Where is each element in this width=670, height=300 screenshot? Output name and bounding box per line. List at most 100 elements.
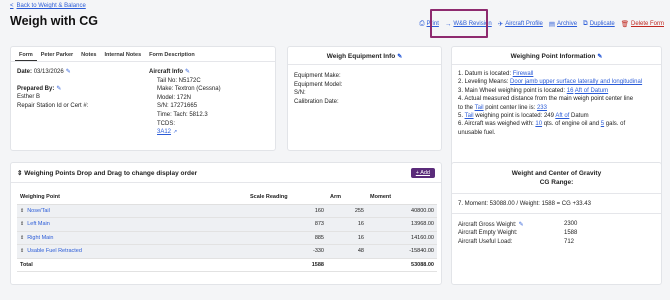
tab-internal-notes[interactable]: Internal Notes (100, 47, 145, 61)
arm-cell: 48 (327, 244, 367, 259)
scale-reading-cell: 873 (247, 217, 327, 232)
datum-suffix-text: Datum (569, 113, 589, 120)
point-name[interactable]: Right Main (27, 235, 53, 241)
edit-equipment-icon[interactable]: ✎ (397, 54, 402, 60)
distance-value-link[interactable]: 233 (537, 105, 547, 111)
weighed-with-text: 6. Aircraft was weighed with: (458, 121, 536, 128)
equipment-make: Equipment Make: (294, 73, 341, 79)
moment-formula: 7. Moment: 53088.00 / Weight: 1588 = CG … (452, 194, 661, 214)
col-moment: Moment (367, 191, 437, 205)
duplicate-label: Duplicate (589, 21, 615, 27)
add-weighing-point-button[interactable]: + Add (410, 167, 435, 178)
archive-button[interactable]: ▤ Archive (549, 20, 577, 28)
page-title: Weigh with CG (10, 14, 98, 28)
oil-text: qts. of engine oil and (542, 121, 601, 128)
tab-form-description[interactable]: Form Description (145, 47, 199, 61)
measured-distance-text: 4. Actual measured distance from the mai… (458, 96, 634, 103)
edit-date-icon[interactable]: ✎ (66, 69, 71, 75)
aircraft-info-label: Aircraft Info (149, 69, 184, 75)
arm-cell: 16 (327, 217, 367, 232)
edit-prepared-by-icon[interactable]: ✎ (56, 86, 61, 92)
col-scale-reading: Scale Reading (247, 191, 327, 205)
weighing-points-title: Weighing Points Drop and Drag to change … (24, 169, 198, 177)
aft-of-link[interactable]: Aft of (555, 113, 569, 119)
weighing-points-card: ⇕ Weighing Points Drop and Drag to chang… (10, 162, 442, 285)
total-label: Total (17, 258, 247, 272)
moment-cell: -15840.00 (367, 244, 437, 259)
table-row[interactable]: ⇕ Left Main 873 16 13968.00 (17, 217, 437, 232)
col-weighing-point: Weighing Point (17, 191, 247, 205)
tab-peter-parker[interactable]: Peter Parker (37, 47, 77, 61)
point-name[interactable]: Nose/Tail (27, 208, 50, 214)
empty-weight-value: 1588 (564, 230, 578, 236)
weighing-points-table: Weighing Point Scale Reading Arm Moment … (17, 191, 437, 272)
total-row: Total 1588 53088.00 (17, 258, 437, 272)
delete-form-button[interactable]: 🗑 Delete Form (621, 20, 664, 28)
external-link-icon[interactable]: ↗ (173, 129, 177, 135)
drag-handle-icon[interactable]: ⇕ (20, 235, 24, 241)
centerline-text: point center line is: (483, 104, 537, 111)
wb-revision-highlight-box (430, 9, 488, 38)
drag-handle-icon[interactable]: ⇕ (20, 221, 24, 227)
empty-weight-label: Aircraft Empty Weight: (458, 230, 518, 236)
col-arm: Arm (327, 191, 367, 205)
tab-form[interactable]: Form (15, 47, 37, 61)
form-tabs: Form Peter Parker Notes Internal Notes F… (11, 47, 275, 62)
moment-cell: 40800.00 (367, 204, 437, 218)
delete-form-label: Delete Form (630, 21, 664, 27)
duplicate-button[interactable]: ⧉ Duplicate (583, 20, 615, 28)
useful-load-label: Aircraft Useful Load: (458, 239, 513, 245)
aircraft-profile-label: Aircraft Profile (505, 21, 543, 27)
cg-card-title: Weight and Center of Gravity (511, 170, 602, 177)
tcds-link[interactable]: 3A12 (157, 129, 171, 135)
date-label: Date: (17, 69, 33, 75)
aircraft-model: Model: 172N (157, 94, 192, 101)
airplane-icon: ✈ (497, 21, 504, 28)
equipment-sn: S/N: (294, 90, 306, 96)
weighing-info-title: Weighing Point Information (510, 53, 596, 60)
datum-text: 1. Datum is located: (458, 71, 513, 77)
tab-notes[interactable]: Notes (77, 47, 100, 61)
archive-icon: ▤ (548, 21, 556, 28)
prepared-by-label: Prepared By: (17, 85, 55, 92)
point-name[interactable]: Usable Fuel Retracted (27, 248, 82, 254)
archive-label: Archive (557, 21, 578, 27)
moment-cell: 13968.00 (367, 217, 437, 232)
aircraft-profile-button[interactable]: ✈ Aircraft Profile (498, 20, 543, 28)
aircraft-time: Time: Tach: 5812.3 (157, 111, 208, 118)
aircraft-make: Make: Textron (Cessna) (157, 86, 221, 93)
edit-gross-weight-icon[interactable]: ✎ (519, 222, 524, 228)
main-wheel-text: 3. Main Wheel weighing point is located: (458, 87, 567, 94)
moment-cell: 14160.00 (367, 231, 437, 245)
scale-reading-cell: 160 (247, 204, 327, 218)
tail-point-link[interactable]: Tail (475, 105, 484, 111)
weigh-equipment-card: Weigh Equipment Info ✎ Equipment Make: Eq… (287, 46, 442, 151)
aircraft-sn: S/N: 17271665 (157, 103, 198, 110)
leveling-link[interactable]: Door jamb upper surface laterally and lo… (510, 79, 642, 85)
drag-handle-icon[interactable]: ⇕ (20, 248, 24, 254)
form-details: Date: 03/13/2026 ✎ Prepared By: ✎ Esther B… (17, 68, 142, 110)
edit-aircraft-info-icon[interactable]: ✎ (185, 69, 190, 75)
main-wheel-direction-link[interactable]: Aft of Datum (575, 88, 608, 94)
drag-handle-icon[interactable]: ⇕ (20, 208, 24, 214)
form-card: Form Peter Parker Notes Internal Notes F… (10, 46, 276, 151)
back-to-weight-balance-link[interactable]: < Back to Weight & Balance (10, 3, 86, 9)
table-row[interactable]: ⇕ Usable Fuel Retracted -330 48 -15840.00 (17, 244, 437, 259)
cg-range-label: CG Range: (539, 179, 574, 186)
table-row[interactable]: ⇕ Nose/Tail 160 255 40800.00 (17, 204, 437, 218)
date-value: 03/13/2026 (33, 69, 64, 75)
arm-cell: 255 (327, 204, 367, 218)
tail-weigh-link[interactable]: Tail (465, 113, 474, 119)
datum-link[interactable]: Firewall (513, 71, 534, 77)
calibration-date: Calibration Date: (294, 98, 339, 105)
point-name[interactable]: Left Main (27, 221, 50, 227)
total-arm (327, 258, 367, 272)
leveling-text: 2. Leveling Means: (458, 79, 511, 86)
back-link-label: Back to Weight & Balance (16, 3, 86, 9)
arm-cell: 16 (327, 231, 367, 245)
table-row[interactable]: ⇕ Right Main 885 16 14160.00 (17, 231, 437, 245)
useful-load-value: 712 (564, 239, 575, 245)
edit-weighing-info-icon[interactable]: ✎ (597, 54, 602, 60)
unusable-fuel-text: unusable fuel. (458, 129, 496, 136)
total-moment: 53088.00 (367, 258, 437, 272)
